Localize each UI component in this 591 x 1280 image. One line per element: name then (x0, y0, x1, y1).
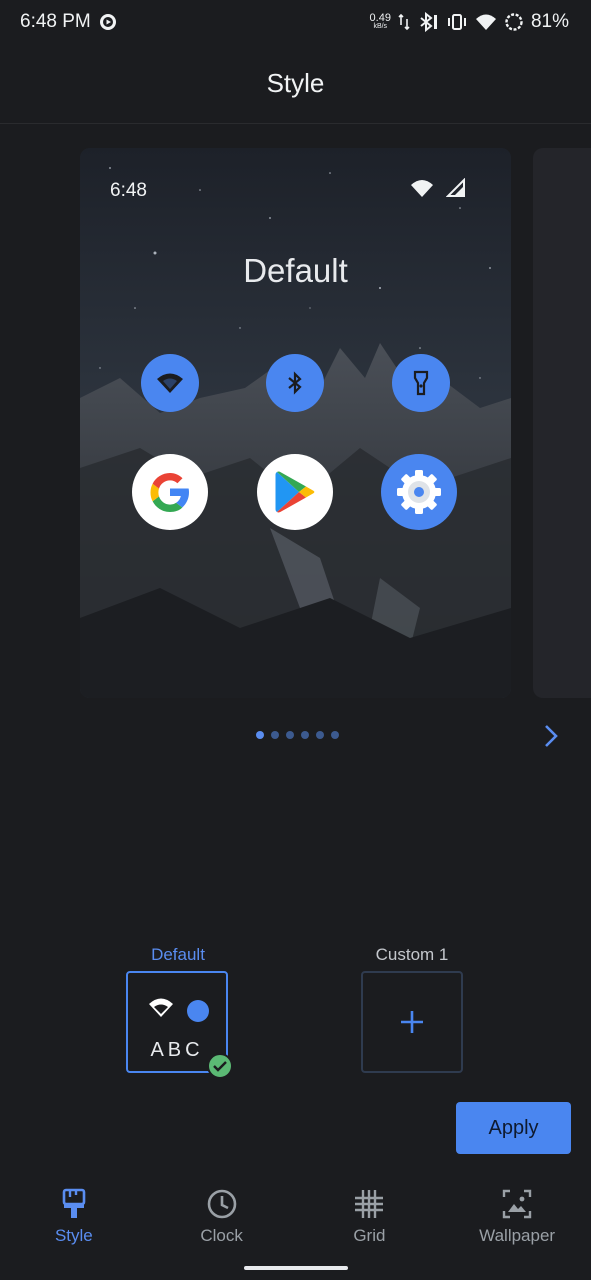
battery-level: 81% (530, 11, 569, 32)
clock-icon (206, 1188, 238, 1220)
pager-dot[interactable] (316, 731, 324, 739)
preview-status-icons (410, 178, 466, 198)
nav-style[interactable]: Style (0, 1180, 148, 1260)
flashlight-icon (413, 370, 429, 396)
wifi-icon (148, 997, 174, 1019)
wallpaper-icon (501, 1188, 533, 1220)
status-time: 6:48 PM (20, 11, 91, 32)
apply-button[interactable]: Apply (456, 1102, 571, 1154)
wifi-icon (410, 178, 434, 198)
pager-dot[interactable] (301, 731, 309, 739)
google-icon (145, 467, 195, 517)
cell-signal-icon (446, 178, 466, 198)
bluetooth-icon (286, 371, 304, 395)
nav-label: Clock (200, 1226, 243, 1245)
net-speed: 0.49 kB/s (369, 11, 391, 30)
preview-app-settings (381, 454, 457, 530)
nav-label: Wallpaper (479, 1226, 556, 1245)
nav-clock[interactable]: Clock (148, 1180, 296, 1260)
podcast-icon (99, 13, 117, 31)
option-custom-label: Custom 1 (375, 945, 449, 964)
selected-check-icon (207, 1053, 233, 1079)
option-default-label: Default (151, 945, 205, 964)
pager-dots (256, 731, 339, 739)
vibrate-icon (446, 13, 468, 31)
page-header: Style (0, 44, 591, 124)
home-indicator[interactable] (244, 1266, 348, 1270)
brush-icon (60, 1188, 88, 1220)
bluetooth-icon (417, 12, 439, 32)
page-title: Style (266, 68, 325, 98)
theme-preview-card[interactable] (80, 148, 511, 698)
next-preview-peek[interactable] (533, 148, 591, 698)
wifi-icon (156, 372, 184, 394)
grid-icon (353, 1188, 385, 1220)
settings-icon (391, 464, 447, 520)
pager-dot[interactable] (286, 731, 294, 739)
next-preview-button[interactable] (538, 722, 564, 750)
pager-dot[interactable] (331, 731, 339, 739)
wallpaper-image (80, 148, 511, 698)
pager-dot[interactable] (271, 731, 279, 739)
accent-dot-icon (186, 999, 210, 1023)
preview-flashlight-tile (392, 354, 450, 412)
preview-time: 6:48 (110, 180, 147, 201)
battery-saver-icon (504, 12, 524, 32)
preview-app-google (132, 454, 208, 530)
plus-icon (399, 1009, 425, 1035)
preview-app-play-store (257, 454, 333, 530)
wifi-icon (475, 13, 497, 31)
style-option-custom[interactable] (361, 971, 463, 1073)
pager-dot[interactable] (256, 731, 264, 739)
nav-wallpaper[interactable]: Wallpaper (443, 1180, 591, 1260)
preview-wifi-tile (141, 354, 199, 412)
nav-label: Grid (353, 1226, 386, 1245)
play-store-icon (273, 469, 317, 515)
preview-title: Default (243, 252, 348, 289)
chevron-right-icon (538, 722, 564, 750)
status-bar: 6:48 PM 0.49 kB/s 81% (0, 0, 591, 44)
nav-grid[interactable]: Grid (296, 1180, 444, 1260)
nav-label: Style (54, 1226, 93, 1245)
bottom-navigation: Style Clock Grid Wallpaper (0, 1180, 591, 1260)
preview-bluetooth-tile (266, 354, 324, 412)
data-arrows-icon (398, 13, 410, 31)
